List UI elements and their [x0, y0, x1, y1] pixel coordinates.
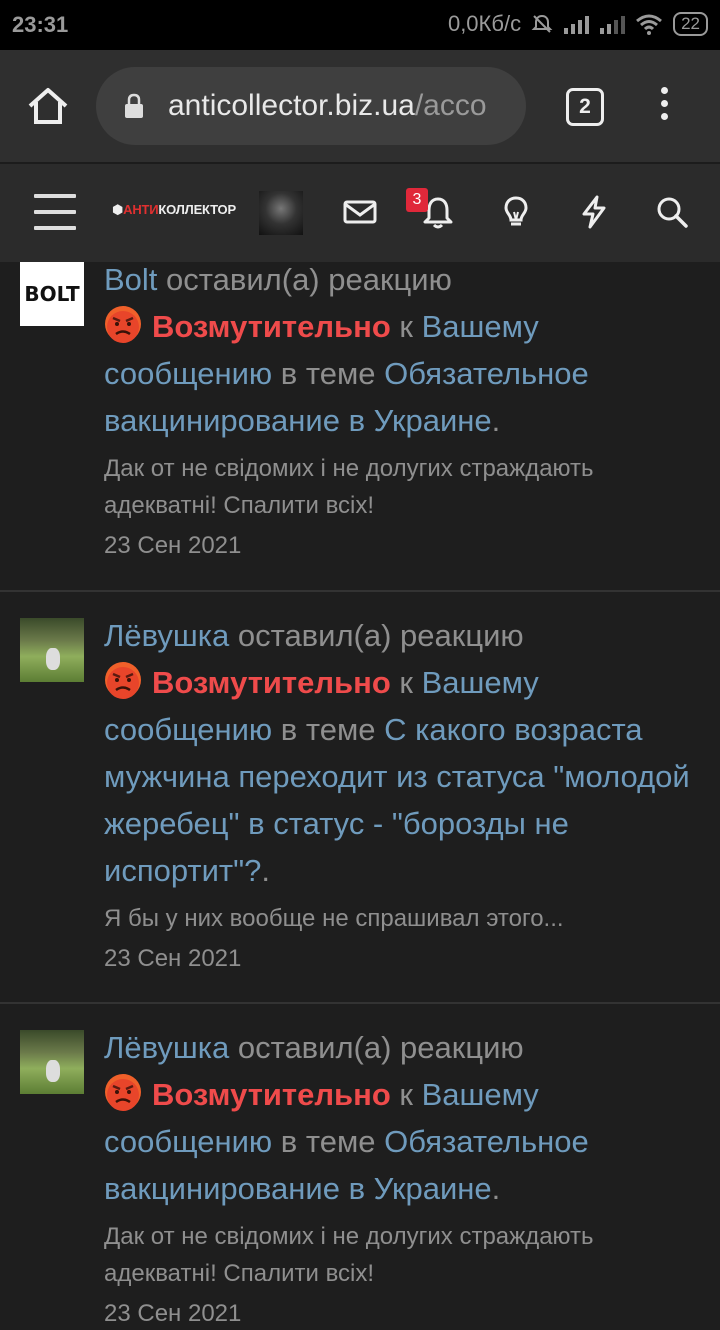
angry-face-icon [105, 1074, 141, 1111]
lock-icon [125, 93, 143, 118]
avatar[interactable] [20, 618, 84, 682]
to-text: к [390, 665, 422, 700]
alert-date: 23 Сен 2021 [104, 945, 242, 972]
logo-text-right: КОЛЛЕКТОР [158, 202, 236, 217]
angry-face-icon [105, 306, 141, 343]
action-text: оставил(а) реакцию [229, 1030, 524, 1065]
site-logo[interactable]: ⬢АНТИКОЛЛЕКТОР [112, 202, 236, 218]
action-text: оставил(а) реакцию [157, 262, 452, 297]
mute-bell-icon [531, 14, 553, 33]
logo-text-left: АНТИ [123, 202, 159, 217]
site-header: ⬢АНТИКОЛЛЕКТОР 3 [0, 162, 720, 262]
url-path: /acco [414, 89, 487, 122]
in-thread-text: в теме [272, 712, 385, 747]
envelope-icon[interactable] [342, 194, 378, 230]
home-icon[interactable] [26, 84, 70, 128]
alert-date: 23 Сен 2021 [104, 1300, 242, 1327]
post-snippet: Я бы у них вообще не спрашивал этого... [104, 905, 564, 932]
user-link[interactable]: Лёвушка [104, 618, 229, 653]
hamburger-menu-icon[interactable] [34, 194, 76, 230]
alerts-feed: BOLT Bolt оставил(а) реакцию Возмутитель… [0, 260, 720, 1327]
avatar[interactable]: BOLT [20, 262, 84, 326]
alert-date: 23 Сен 2021 [104, 532, 242, 559]
end-punct: . [261, 853, 270, 888]
alert-item[interactable]: Лёвушка оставил(а) реакцию Возмутительно… [0, 1004, 720, 1327]
post-snippet: Дак от не свідомих і не долугих страждаю… [104, 455, 594, 519]
browser-menu-icon[interactable] [652, 87, 676, 127]
lightbulb-icon[interactable] [498, 194, 534, 230]
alert-item[interactable]: Лёвушка оставил(а) реакцию Возмутительно… [0, 592, 720, 1004]
avatar[interactable] [20, 1030, 84, 1094]
logo-shield-icon: ⬢ [112, 202, 124, 217]
alert-content: Лёвушка оставил(а) реакцию Возмутительно… [104, 1024, 700, 1330]
to-text: к [390, 1077, 422, 1112]
alert-content: Bolt оставил(а) реакцию Возмутительно к … [104, 256, 700, 562]
battery-indicator: 22 [673, 12, 708, 36]
notification-badge: 3 [406, 188, 428, 212]
search-icon[interactable] [654, 194, 690, 230]
tab-switcher-button[interactable]: 2 [566, 88, 604, 126]
action-text: оставил(а) реакцию [229, 618, 524, 653]
angry-face-icon [105, 662, 141, 699]
alert-content: Лёвушка оставил(а) реакцию Возмутительно… [104, 612, 700, 975]
reaction-name: Возмутительно [152, 665, 391, 700]
reaction-name: Возмутительно [152, 1077, 391, 1112]
address-bar[interactable]: anticollector.biz.ua/acco [96, 67, 526, 145]
status-right: 0,0Кб/с 22 [448, 11, 708, 37]
user-link[interactable]: Лёвушка [104, 1030, 229, 1065]
status-bar: 23:31 0,0Кб/с 22 [0, 0, 720, 50]
wifi-icon [636, 14, 663, 35]
post-snippet: Дак от не свідомих і не долугих страждаю… [104, 1223, 594, 1287]
url-domain: anticollector.biz.ua [168, 89, 415, 122]
user-avatar[interactable] [259, 191, 303, 235]
lightning-icon[interactable] [576, 194, 612, 230]
in-thread-text: в теме [272, 1124, 385, 1159]
signal-icon [564, 16, 590, 34]
end-punct: . [491, 1171, 501, 1206]
reaction-name: Возмутительно [152, 309, 391, 344]
url-text: anticollector.biz.ua/acco [168, 89, 487, 123]
browser-toolbar: anticollector.biz.ua/acco 2 [0, 50, 720, 162]
status-time: 23:31 [12, 12, 69, 37]
signal-icon-2 [600, 16, 626, 34]
network-speed: 0,0Кб/с [447, 11, 522, 36]
to-text: к [390, 309, 422, 344]
alert-item[interactable]: BOLT Bolt оставил(а) реакцию Возмутитель… [0, 260, 720, 592]
end-punct: . [491, 403, 501, 438]
in-thread-text: в теме [272, 356, 385, 391]
user-link[interactable]: Bolt [104, 262, 157, 297]
